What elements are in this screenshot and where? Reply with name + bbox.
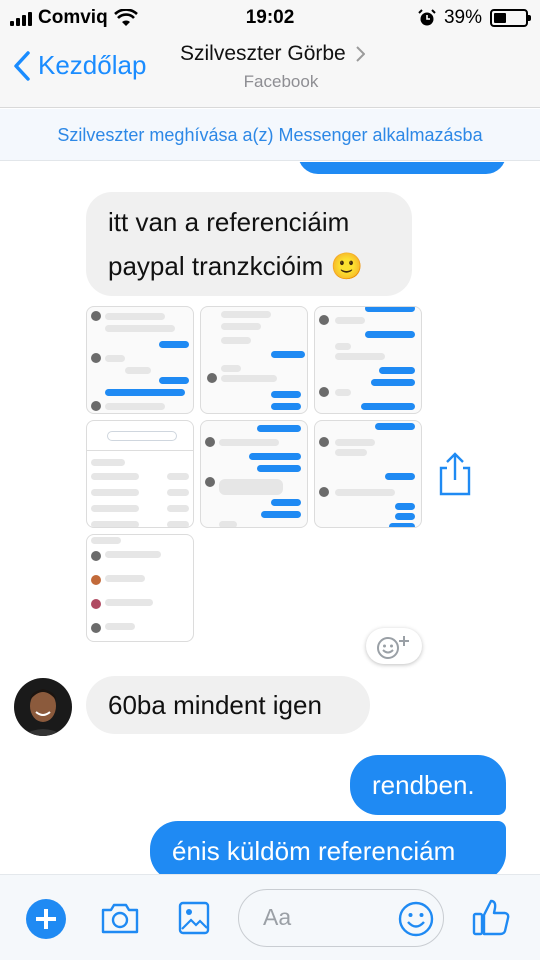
message-input[interactable]: Aa: [238, 889, 444, 947]
alarm-icon: [418, 9, 436, 26]
message-bubble-incoming[interactable]: 60ba mindent igen: [86, 676, 370, 734]
image-thumbnail[interactable]: [86, 420, 194, 528]
contact-subtitle: Facebook: [243, 72, 319, 91]
status-bar: Comviq 19:02 39%: [0, 0, 540, 36]
shared-image-grid[interactable]: [86, 306, 422, 642]
battery-icon: [490, 9, 531, 27]
like-icon[interactable]: [472, 897, 512, 937]
composer-bar: Aa: [0, 874, 540, 960]
contact-name-button[interactable]: Szilveszter Görbe: [180, 42, 365, 66]
invite-banner[interactable]: Szilveszter meghívása a(z) Messenger alk…: [0, 109, 540, 161]
message-bubble-outgoing-partial: [298, 162, 506, 174]
image-thumbnail[interactable]: [86, 534, 194, 642]
smile-plus-icon: [377, 636, 409, 659]
message-text: rendben.: [372, 770, 475, 800]
conversation-header: Kezdőlap Szilveszter Görbe Facebook: [0, 36, 540, 108]
battery-level: [494, 13, 506, 23]
message-bubble-outgoing[interactable]: rendben.: [350, 755, 506, 815]
message-list[interactable]: itt van a referenciáim paypal tranzkciói…: [0, 162, 540, 874]
contact-avatar[interactable]: [14, 678, 72, 736]
message-text: 60ba mindent igen: [108, 690, 322, 720]
image-thumbnail[interactable]: [200, 306, 308, 414]
image-thumbnail[interactable]: [86, 306, 194, 414]
message-input-placeholder: Aa: [263, 904, 292, 930]
image-thumbnail[interactable]: [314, 420, 422, 528]
image-thumbnail[interactable]: [200, 420, 308, 528]
message-text: itt van a referenciáim: [108, 207, 350, 237]
gallery-icon[interactable]: [178, 901, 210, 935]
contact-name: Szilveszter Görbe: [180, 42, 346, 65]
message-text: paypal tranzkcióim 🙂: [108, 251, 363, 281]
message-text: énis küldöm referenciám: [172, 836, 456, 866]
share-icon[interactable]: [437, 452, 473, 496]
add-reaction-button[interactable]: [366, 628, 422, 664]
image-thumbnail[interactable]: [314, 306, 422, 414]
chevron-right-icon: [356, 46, 365, 62]
battery-percent: 39%: [443, 7, 482, 28]
emoji-icon[interactable]: [397, 900, 435, 938]
add-more-button[interactable]: [26, 899, 66, 939]
message-bubble-incoming[interactable]: itt van a referenciáim paypal tranzkciói…: [86, 192, 412, 296]
camera-icon[interactable]: [100, 901, 140, 935]
message-bubble-outgoing[interactable]: énis küldöm referenciám: [150, 821, 506, 874]
